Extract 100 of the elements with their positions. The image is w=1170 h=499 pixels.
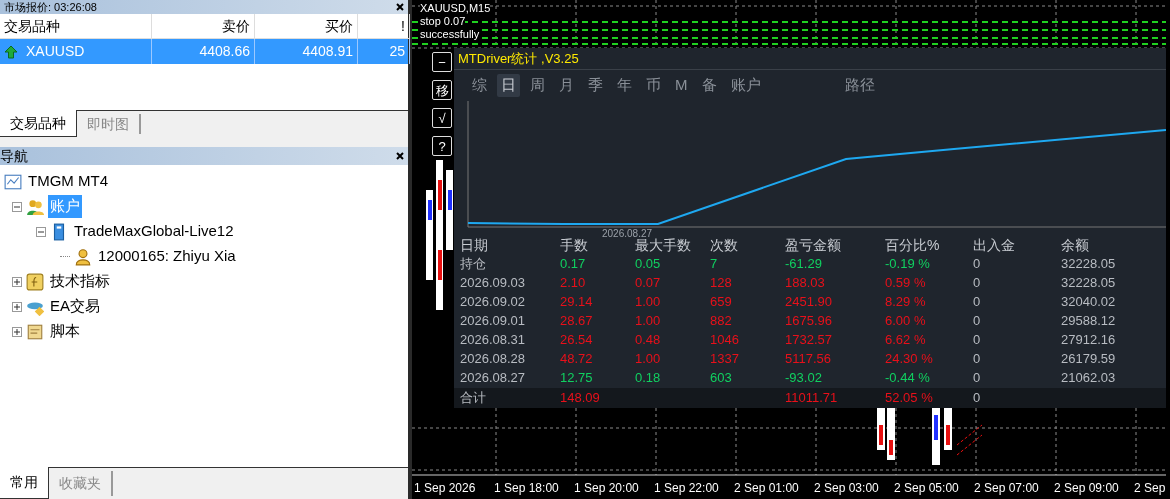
- plus-icon: [14, 278, 20, 285]
- tab[interactable]: 常用: [0, 467, 49, 499]
- panel-button[interactable]: ?: [432, 136, 452, 156]
- table-cell-text: 11011.71: [785, 389, 839, 408]
- expand-toggle[interactable]: [12, 301, 22, 312]
- expand-toggle[interactable]: [12, 276, 22, 287]
- tab[interactable]: 综: [468, 74, 491, 97]
- tab[interactable]: 年: [613, 74, 636, 97]
- panel-title: 市场报价: 03:26:08: [4, 1, 97, 13]
- table-cell: 4408.66: [152, 39, 255, 64]
- table-cell-text: 28.67: [560, 312, 594, 330]
- table-cell-text: 7: [710, 255, 719, 273]
- tree-item[interactable]: 技术指标: [48, 270, 112, 293]
- tree-item[interactable]: TMGM MT4: [26, 170, 110, 193]
- table-cell-text: 26.54: [560, 331, 594, 349]
- tree-item[interactable]: 12000165: Zhiyu Xia: [96, 245, 238, 268]
- table-cell-text: 12.75: [560, 369, 594, 387]
- table-cell-text: 128: [710, 274, 733, 292]
- column-header: 最大手数: [635, 237, 692, 255]
- axis-label: 1 Sep 22:00: [653, 480, 720, 497]
- table-cell-text: 持仓: [460, 255, 487, 273]
- table-cell-text: -0.19 %: [885, 255, 931, 273]
- table-cell-text: 1.00: [635, 350, 662, 368]
- close-icon[interactable]: [396, 152, 404, 160]
- table-cell-text: 32228.05: [1061, 255, 1117, 273]
- table-cell-text: 0: [973, 331, 982, 349]
- table-cell-text: 8.29 %: [885, 293, 927, 311]
- panel-button[interactable]: √: [432, 108, 452, 128]
- column-header: 次数: [710, 236, 739, 255]
- table-cell-text: -0.44 %: [885, 369, 931, 387]
- table-cell-text: 29.14: [560, 293, 594, 311]
- table-cell: 25: [358, 39, 410, 64]
- column-header: 日期: [460, 236, 489, 255]
- table-cell: 4408.91: [255, 39, 358, 64]
- table-cell-text: 1675.96: [785, 312, 833, 330]
- table-cell-text: 1046: [710, 331, 740, 349]
- axis-label: 2026.08.27: [602, 226, 653, 239]
- column-header: 百分比%: [885, 236, 941, 255]
- table-cell-text: 26179.59: [1061, 350, 1117, 368]
- axis-label: 2 Sep 07:00: [973, 480, 1040, 497]
- tree-item[interactable]: EA交易: [48, 295, 102, 318]
- table-cell-text: -93.02: [785, 369, 823, 387]
- table-cell-text: 32040.02: [1061, 293, 1117, 311]
- panel-button[interactable]: 移: [432, 80, 452, 100]
- table-cell-text: 882: [710, 312, 733, 330]
- tree-item[interactable]: TradeMaxGlobal-Live12: [72, 220, 236, 243]
- column-header: 手数: [560, 236, 589, 255]
- axis-label: 1 Sep 2026: [413, 480, 477, 497]
- tab[interactable]: 季: [584, 74, 607, 97]
- chart-label: successfully: [420, 28, 480, 41]
- panel-title: MTDriver统计 ,V3.25: [458, 49, 579, 68]
- table-cell-text: 0: [973, 312, 982, 330]
- tab[interactable]: M: [671, 74, 692, 97]
- chart-window-icon: [4, 172, 22, 191]
- table-cell-text: 0.18: [635, 369, 662, 387]
- table-cell-text: 0.48: [635, 331, 662, 349]
- table-cell-text: 1.00: [635, 293, 662, 311]
- table-cell-text: 659: [710, 293, 733, 311]
- tab[interactable]: 交易品种: [0, 110, 77, 137]
- up-arrow-icon: [4, 44, 18, 59]
- plus-icon: [14, 328, 20, 335]
- scroll-icon: [26, 322, 44, 341]
- tab[interactable]: 备: [697, 74, 721, 97]
- table-cell-text: 0.07: [635, 274, 662, 292]
- table-cell-text: 2026.08.31: [460, 331, 527, 349]
- table-cell-text: 148.09: [560, 389, 601, 408]
- table-cell-text: 24.30 %: [885, 350, 934, 368]
- tab[interactable]: 账户: [726, 74, 765, 97]
- table-cell-text: 0: [973, 255, 982, 273]
- tab[interactable]: 月: [555, 74, 578, 97]
- tree-item[interactable]: 脚本: [48, 320, 82, 343]
- table-cell-text: 2026.09.01: [460, 312, 527, 330]
- table-cell-text: 0.59 %: [885, 274, 927, 292]
- table-cell-text: 0: [973, 369, 982, 387]
- table-cell-text: 0: [973, 274, 982, 292]
- table-cell-text: 6.00 %: [885, 312, 927, 330]
- tab[interactable]: 币: [642, 74, 665, 97]
- table-cell-text: 1732.57: [785, 331, 833, 349]
- table-cell-text: 2026.09.03: [460, 274, 527, 292]
- axis-label: 2 Sep: [1133, 480, 1167, 497]
- expand-toggle[interactable]: [12, 201, 22, 212]
- expand-toggle[interactable]: [12, 326, 22, 337]
- user-icon: [74, 247, 92, 266]
- table-cell-text: 48.72: [560, 350, 594, 368]
- close-icon[interactable]: [396, 3, 404, 11]
- table-cell-text: 2026.09.02: [460, 293, 527, 311]
- table-cell-text: 2451.90: [785, 293, 833, 311]
- panel-button[interactable]: −: [432, 52, 452, 72]
- table-cell-text: 29588.12: [1061, 312, 1117, 330]
- table-cell-text: 0: [973, 293, 982, 311]
- tab[interactable]: 日: [497, 74, 520, 97]
- table-cell-text: 0.17: [560, 255, 587, 273]
- table-cell-text: 188.03: [785, 274, 826, 292]
- tab[interactable]: 周: [526, 74, 549, 97]
- axis-label: 2 Sep 03:00: [813, 480, 880, 497]
- column-header: 余额: [1061, 236, 1090, 255]
- table-cell-text: 603: [710, 369, 733, 387]
- axis-label: 2 Sep 01:00: [733, 480, 800, 497]
- expand-toggle[interactable]: [36, 226, 46, 237]
- tab[interactable]: 路径: [840, 74, 879, 97]
